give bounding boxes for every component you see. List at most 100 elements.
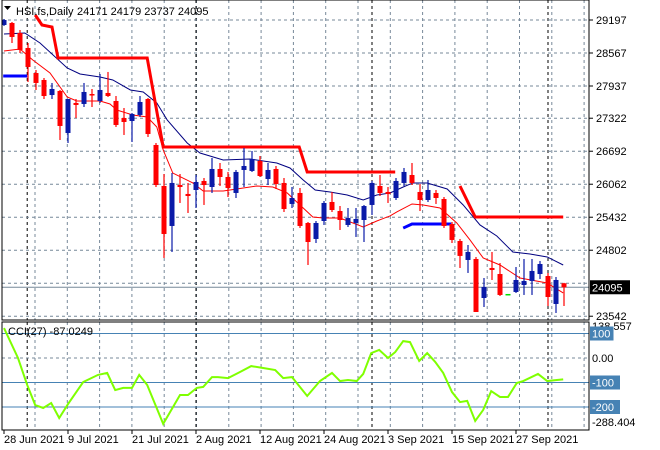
candle-bear — [329, 201, 335, 210]
candle-bear — [17, 32, 23, 50]
candle-bear — [145, 98, 151, 134]
candle-bear — [89, 94, 95, 96]
candle-bear — [433, 192, 439, 198]
candle-bull — [65, 98, 71, 133]
candle-bull — [529, 270, 535, 281]
candle-bear — [257, 160, 263, 176]
candle-bear — [177, 185, 183, 187]
price-tick-label: 24802 — [596, 245, 627, 257]
main-pane-border — [1, 0, 590, 321]
candle-bear — [273, 168, 279, 185]
candle-bear — [409, 175, 415, 183]
candle-bear — [545, 275, 551, 298]
candle-bull — [481, 286, 487, 298]
price-tick-label: 29197 — [596, 15, 627, 27]
price-tick-label: 26692 — [596, 146, 627, 158]
candle-bear — [57, 90, 63, 126]
candle-bear — [281, 182, 287, 209]
candle-bull — [321, 202, 327, 221]
price-tick-label: 25432 — [596, 212, 627, 224]
candle-bear — [9, 22, 15, 37]
candle-bear — [41, 79, 47, 97]
candle-bear — [497, 274, 503, 295]
moving-average-slow — [3, 32, 564, 266]
price-tick-label: 26062 — [596, 179, 627, 191]
candle-bull — [537, 264, 543, 275]
candle-bull — [49, 88, 55, 96]
candle-bear — [161, 186, 167, 234]
candle-bear — [217, 168, 223, 177]
cci-line — [3, 327, 564, 427]
stop-line-red — [33, 14, 396, 174]
candle-bull — [193, 181, 199, 190]
candle-bear — [33, 73, 39, 83]
date-tick-label: 3 Sep 2021 — [388, 434, 444, 446]
date-tick-label: 12 Aug 2021 — [260, 434, 322, 446]
candle-bear — [337, 210, 343, 220]
candle-bear — [297, 192, 303, 226]
axes: 29197 28567 27937 27322 26692 26062 25432 24802… — [1, 0, 635, 446]
candle-bull — [361, 206, 367, 220]
cci-series — [3, 327, 564, 427]
candle-bear — [417, 191, 423, 200]
candle-bull — [425, 189, 431, 200]
date-tick-label: 24 Aug 2021 — [324, 434, 386, 446]
candle-bull — [369, 182, 375, 205]
candle-bear — [473, 258, 479, 312]
main-series — [1, 14, 589, 313]
candle-bear — [201, 180, 207, 186]
candle-bear — [561, 283, 567, 288]
candle-bull — [81, 91, 87, 104]
candle-bear — [377, 186, 383, 193]
ohlc-readout: 24171 24179 23737 24095 — [77, 6, 209, 18]
date-tick-label: 2 Aug 2021 — [196, 434, 252, 446]
dropdown-triangle-icon[interactable] — [4, 6, 11, 10]
candle-bear — [385, 191, 391, 194]
candle-bear — [449, 223, 455, 240]
price-tick-label: 27937 — [596, 81, 627, 93]
candle-bull — [241, 165, 247, 170]
candle-bear — [25, 47, 31, 67]
candle-bull — [465, 251, 471, 260]
candle-bear — [185, 193, 191, 197]
cci-zero-label: 0.00 — [592, 353, 613, 365]
candle-bear — [225, 176, 231, 188]
date-tick-label: 27 Sep 2021 — [516, 434, 578, 446]
cci-label: CCI(27) -87.0249 — [8, 326, 93, 338]
candle-bull — [129, 113, 135, 121]
candle-bear — [457, 241, 463, 256]
candle-bull — [209, 168, 215, 187]
candle-bear — [489, 267, 495, 270]
candle-bear — [121, 118, 127, 122]
candle-bull — [233, 171, 239, 193]
price-tick-label: 28567 — [596, 48, 627, 60]
date-tick-label: 21 Jul 2021 — [132, 434, 189, 446]
date-tick-label: 15 Sep 2021 — [452, 434, 514, 446]
price-chart[interactable]: 29197 28567 27937 27322 26692 26062 25432 24802… — [0, 0, 660, 450]
cci-min-label: -288.404 — [592, 417, 635, 429]
cci-level-label: -100 — [592, 378, 614, 390]
candle-bull — [553, 279, 559, 304]
candle-bull — [137, 101, 143, 115]
cci-pane-border — [1, 321, 590, 431]
candle-bear — [105, 92, 111, 97]
date-tick-label: 9 Jul 2021 — [68, 434, 119, 446]
candle-bull — [97, 89, 103, 101]
candle-bull — [401, 171, 407, 183]
candle-bull — [513, 279, 519, 292]
candle-bear — [113, 100, 119, 125]
chart-title: HSI.fs,Daily — [16, 6, 74, 18]
candle-bear — [73, 102, 79, 105]
candle-bull — [393, 180, 399, 198]
candle-bull — [345, 218, 351, 225]
price-tick-label: 27322 — [596, 113, 627, 125]
candle-bear — [305, 222, 311, 243]
cci-level-label: -200 — [592, 402, 614, 414]
candle-bull — [505, 293, 511, 296]
candle-bull — [289, 197, 295, 204]
grid — [2, 0, 589, 430]
date-tick-label: 28 Jun 2021 — [4, 434, 65, 446]
chart-header: HSI.fs,Daily 24171 24179 23737 24095 — [4, 6, 209, 18]
candle-bull — [353, 219, 359, 223]
candle-bear — [153, 144, 159, 186]
